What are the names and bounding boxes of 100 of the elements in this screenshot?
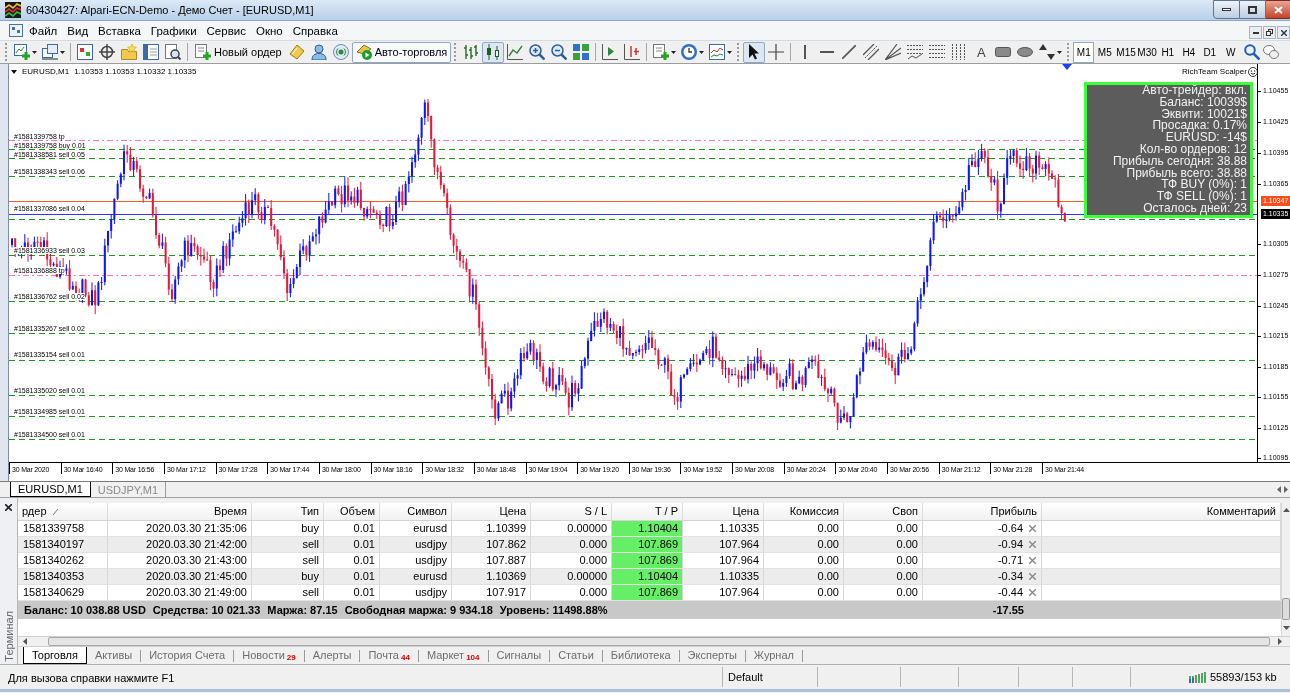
column-header[interactable]: Символ bbox=[407, 503, 447, 520]
table-cell: 1581340353 bbox=[23, 569, 85, 584]
column-header[interactable]: Комиссия bbox=[789, 503, 839, 520]
table-cell: eurusd bbox=[413, 569, 447, 584]
column-header[interactable]: рдер bbox=[22, 503, 58, 520]
speech-bubbles-icon[interactable] bbox=[1263, 45, 1280, 59]
info-text: Эквити: 10021$ bbox=[1161, 108, 1247, 121]
menu-item[interactable]: Вид bbox=[62, 20, 94, 41]
tab[interactable]: Библиотека bbox=[602, 646, 679, 664]
scrollbar[interactable] bbox=[18, 636, 1290, 647]
ellipse-icon bbox=[1017, 47, 1034, 57]
scrollbar-thumb[interactable] bbox=[1282, 598, 1290, 620]
menu-item[interactable]: Справка bbox=[287, 20, 343, 41]
timeframe-button[interactable]: M15 bbox=[1115, 41, 1137, 63]
column-header[interactable]: T / P bbox=[654, 503, 678, 520]
auto-trading-button[interactable]: Авто-торговля bbox=[351, 41, 452, 63]
column-header[interactable]: Своп bbox=[892, 503, 918, 520]
table-cell: 107.869 bbox=[638, 537, 678, 552]
tab[interactable]: История Счета bbox=[141, 646, 234, 664]
minimize-button[interactable] bbox=[1213, 0, 1240, 19]
chart-window-icon bbox=[77, 44, 93, 60]
zoom-out-icon bbox=[551, 44, 568, 60]
table-cell: buy bbox=[301, 569, 319, 584]
column-header[interactable]: Цена bbox=[732, 503, 759, 520]
table-cell: 0.01 bbox=[353, 521, 375, 536]
menu-item[interactable]: Вставка bbox=[93, 20, 146, 41]
tab[interactable]: Статьи bbox=[550, 646, 602, 664]
timeframe-button[interactable]: H1 bbox=[1157, 41, 1179, 63]
tab[interactable]: Сигналы bbox=[488, 646, 550, 664]
chart-shift-icon bbox=[602, 44, 619, 60]
indicator-chart-icon bbox=[708, 44, 725, 60]
column-header[interactable]: Тип bbox=[300, 503, 319, 520]
timeframe-button[interactable]: D1 bbox=[1199, 41, 1221, 63]
window-plus-icon bbox=[13, 44, 30, 60]
table-cell: 0.00 bbox=[896, 521, 918, 536]
tab[interactable]: Алерты bbox=[304, 646, 360, 664]
caret-icon bbox=[670, 50, 676, 54]
close-button[interactable] bbox=[1277, 26, 1290, 39]
scrollbar[interactable] bbox=[1281, 503, 1290, 636]
close-icon bbox=[1280, 29, 1287, 36]
table-cell: 107.964 bbox=[719, 537, 759, 552]
new-order-button[interactable]: Новый ордер bbox=[191, 41, 286, 63]
column-header[interactable]: S / L bbox=[584, 503, 607, 520]
column-header[interactable]: Объем bbox=[339, 503, 375, 520]
panel-title: Терминал bbox=[2, 611, 15, 662]
tab[interactable]: Эксперты bbox=[679, 646, 745, 664]
maximize-button[interactable] bbox=[1240, 0, 1266, 19]
table-cell: -0.34 bbox=[997, 569, 1023, 584]
minimize-button[interactable] bbox=[1249, 26, 1262, 39]
autoscroll-icon bbox=[624, 44, 641, 60]
column-header[interactable]: Время bbox=[213, 503, 247, 520]
toolbar-button[interactable] bbox=[482, 41, 505, 63]
table-cell: 0.00 bbox=[896, 585, 918, 600]
table-cell: 0.01 bbox=[353, 553, 375, 568]
table-cell: 107.964 bbox=[719, 553, 759, 568]
timeframe-button[interactable]: H4 bbox=[1178, 41, 1200, 63]
column-header[interactable]: Цена bbox=[499, 503, 526, 520]
info-text: Просадка: 0.17% bbox=[1152, 120, 1247, 133]
price-quotes: 1.10353 1.10353 1.10332 1.10335 bbox=[74, 67, 197, 76]
close-icon[interactable] bbox=[5, 504, 12, 511]
menu-item[interactable]: Сервис bbox=[201, 20, 251, 41]
restore-icon bbox=[1266, 29, 1273, 36]
summary-text: Уровень: 11498.88% bbox=[499, 603, 608, 618]
chart-window-icon[interactable] bbox=[9, 24, 23, 37]
text-tool-button[interactable]: A bbox=[970, 41, 993, 63]
search-icon bbox=[1244, 44, 1261, 60]
chart-tab[interactable]: EURUSD,M1 bbox=[10, 482, 91, 497]
triangle-icon[interactable] bbox=[11, 69, 17, 74]
table-cell: 1581340629 bbox=[23, 585, 85, 600]
table-cell: 1.10335 bbox=[719, 569, 759, 584]
toolbar-button[interactable] bbox=[96, 41, 118, 63]
toolbar-button[interactable] bbox=[162, 41, 184, 63]
toolbar-button[interactable] bbox=[743, 41, 766, 63]
table-cell: 0.00 bbox=[896, 569, 918, 584]
arrow-left-icon bbox=[23, 638, 27, 645]
diamond-icon bbox=[288, 44, 305, 60]
tab[interactable]: Активы bbox=[86, 646, 141, 664]
table-cell: 107.917 bbox=[486, 585, 526, 600]
arrow-left-icon[interactable] bbox=[1277, 486, 1281, 493]
timeframe-button[interactable]: M5 bbox=[1094, 41, 1116, 63]
timeframe-button[interactable]: M30 bbox=[1136, 41, 1158, 63]
tab[interactable]: Журнал bbox=[745, 646, 802, 664]
scrollbar-thumb[interactable] bbox=[48, 637, 1270, 646]
column-header[interactable]: Прибыль bbox=[990, 503, 1037, 520]
menu-item[interactable]: Файл bbox=[24, 20, 63, 41]
timeframe-button[interactable]: M1 bbox=[1073, 41, 1095, 63]
menu-item[interactable]: Окно bbox=[250, 20, 288, 41]
table-cell: 0.00 bbox=[896, 553, 918, 568]
triangles-icon bbox=[1038, 44, 1055, 60]
menu-item[interactable]: Графики bbox=[145, 20, 202, 41]
stacked-lines-icon bbox=[929, 44, 946, 60]
restore-button[interactable] bbox=[1263, 26, 1276, 39]
table-cell: 2020.03.30 21:43:00 bbox=[146, 553, 247, 568]
table-cell: 0.00 bbox=[817, 585, 839, 600]
close-button[interactable] bbox=[1266, 0, 1290, 19]
arrow-right-icon[interactable] bbox=[1284, 486, 1288, 493]
info-text: Авто-трейдер: вкл. bbox=[1142, 85, 1247, 97]
column-header[interactable]: Комментарий bbox=[1206, 503, 1276, 520]
timeframe-button[interactable]: W bbox=[1220, 41, 1242, 63]
line-chart-icon bbox=[507, 44, 524, 60]
